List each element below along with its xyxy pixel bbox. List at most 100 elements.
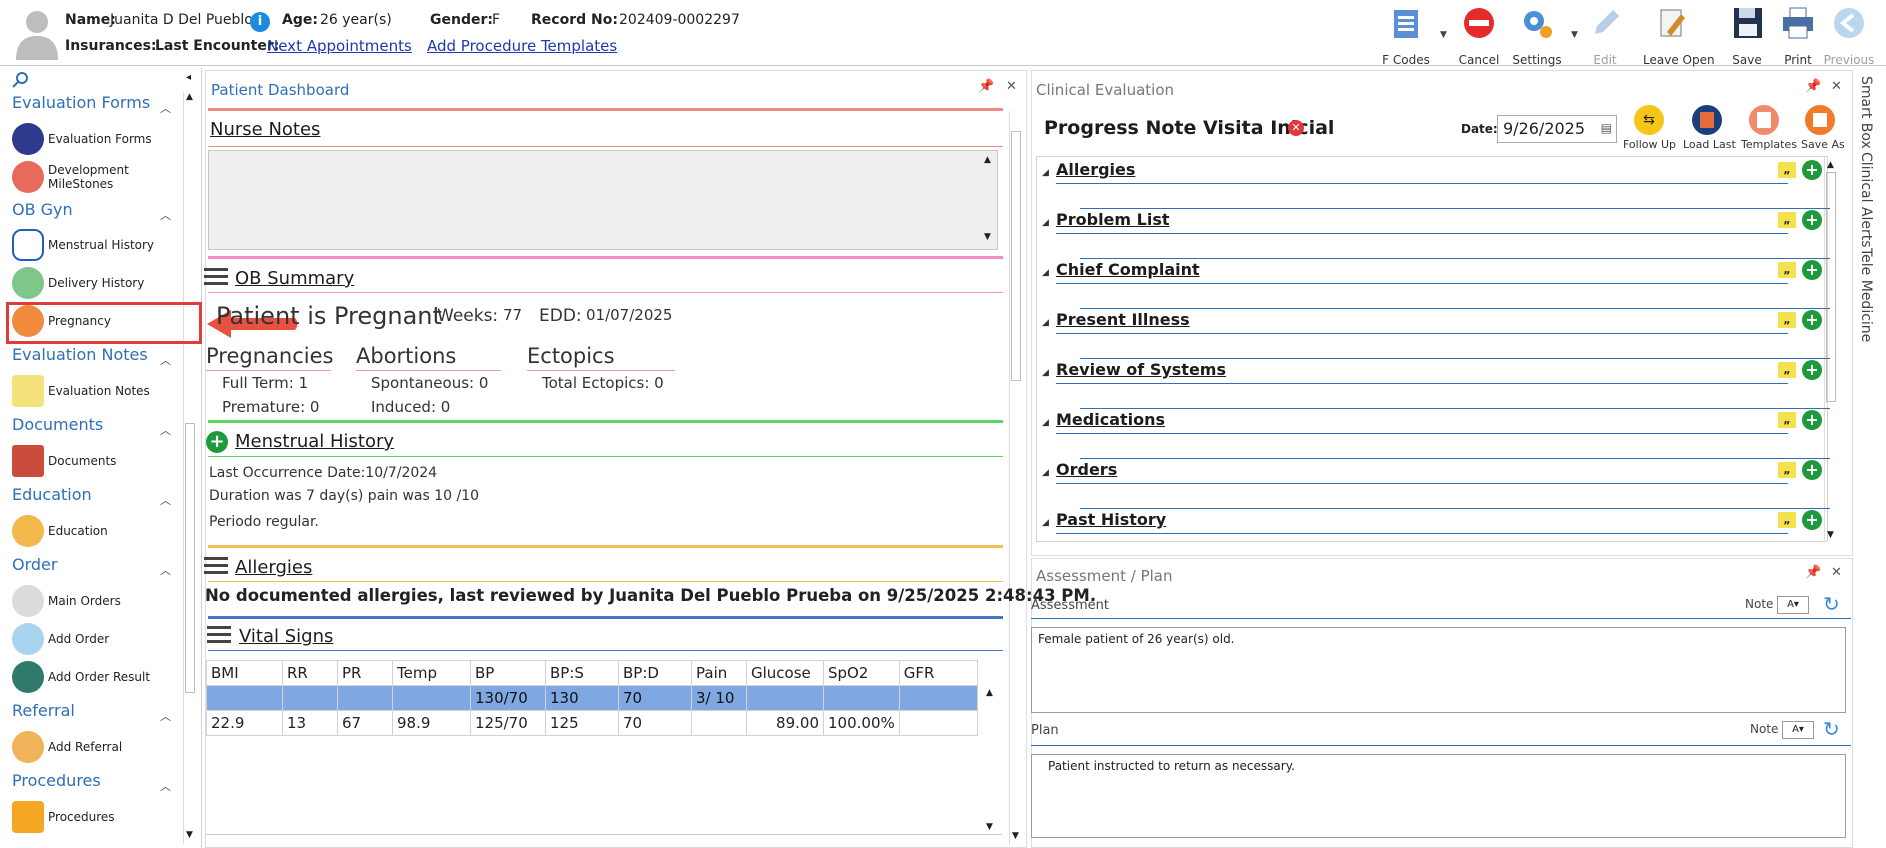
col-spo2[interactable]: SpO2: [823, 660, 900, 686]
sidebar-item-add-referral[interactable]: Add Referral: [12, 730, 192, 764]
col-bmi[interactable]: BMI: [206, 660, 283, 686]
group-procedures[interactable]: Procedures: [12, 771, 101, 790]
next-appointments-link[interactable]: Next Appointments: [267, 37, 412, 55]
close-icon[interactable]: ✕: [1006, 79, 1017, 94]
chevron-up-icon[interactable]: ︿: [160, 778, 171, 794]
sidebar-item-main-orders[interactable]: Main Orders: [12, 584, 192, 618]
add-icon[interactable]: +: [1802, 160, 1822, 180]
vitals-scroll-up-icon[interactable]: ▲: [986, 688, 993, 698]
menu-icon[interactable]: [204, 557, 228, 575]
quote-icon[interactable]: „: [1778, 462, 1796, 478]
chevron-up-icon[interactable]: ︿: [160, 422, 171, 438]
group-ob-gyn[interactable]: OB Gyn: [12, 200, 73, 219]
calendar-icon[interactable]: ▤: [1601, 121, 1612, 135]
add-icon[interactable]: +: [1802, 460, 1822, 480]
section-review-of-systems[interactable]: ◢ Review of Systems „ +: [1040, 360, 1830, 410]
menu-icon[interactable]: [207, 626, 231, 644]
sidebar-item-procedures[interactable]: Procedures: [12, 800, 192, 834]
chevron-up-icon[interactable]: ︿: [160, 708, 171, 724]
menu-icon[interactable]: [204, 268, 228, 286]
chevron-up-icon[interactable]: ︿: [160, 562, 171, 578]
group-referral[interactable]: Referral: [12, 701, 75, 720]
group-documents[interactable]: Documents: [12, 415, 103, 434]
expand-icon[interactable]: ◢: [1042, 368, 1049, 378]
remove-note-icon[interactable]: ✕: [1288, 120, 1304, 136]
leave-open-button[interactable]: Leave Open: [1643, 6, 1715, 67]
fcodes-dropdown-icon[interactable]: ▼: [1440, 30, 1447, 40]
add-icon[interactable]: +: [1802, 360, 1822, 380]
sidebar-item-evaluation-notes[interactable]: Evaluation Notes: [12, 374, 192, 408]
templates-button[interactable]: [1749, 105, 1779, 135]
section-orders[interactable]: ◢ Orders „ +: [1040, 460, 1830, 510]
section-present-illness[interactable]: ◢ Present Illness „ +: [1040, 310, 1830, 360]
col-gfr[interactable]: GFR: [898, 660, 978, 686]
expand-icon[interactable]: ◢: [1042, 318, 1049, 328]
quote-icon[interactable]: „: [1778, 362, 1796, 378]
section-past-history[interactable]: ◢ Past History „ +: [1040, 510, 1830, 538]
cancel-button[interactable]: Cancel: [1451, 6, 1507, 67]
assessment-textarea[interactable]: Female patient of 26 year(s) old.: [1031, 627, 1846, 713]
plan-format-dropdown[interactable]: A▾: [1782, 721, 1814, 739]
tab-smart-box[interactable]: Smart Box: [1858, 76, 1874, 149]
sidebar-item-evaluation-forms[interactable]: Evaluation Forms: [12, 122, 192, 156]
expand-icon[interactable]: ◢: [1042, 168, 1049, 178]
quote-icon[interactable]: „: [1778, 512, 1796, 528]
sidebar-item-menstrual-history[interactable]: Menstrual History: [12, 228, 192, 262]
load-last-button[interactable]: [1692, 105, 1722, 135]
chevron-up-icon[interactable]: ︿: [160, 100, 171, 116]
quote-icon[interactable]: „: [1778, 162, 1796, 178]
refresh-icon[interactable]: ↻: [1823, 717, 1840, 741]
save-button[interactable]: Save: [1719, 6, 1775, 67]
tab-tele-medicine[interactable]: Tele Medicine: [1858, 248, 1874, 342]
close-icon[interactable]: ✕: [1831, 79, 1842, 94]
table-row[interactable]: 130/70 130 70 3/ 10: [206, 685, 978, 711]
section-chief-complaint[interactable]: ◢ Chief Complaint „ +: [1040, 260, 1830, 310]
sidebar-item-delivery-history[interactable]: Delivery History: [12, 266, 192, 300]
col-pr[interactable]: PR: [337, 660, 393, 686]
chevron-up-icon[interactable]: ︿: [160, 492, 171, 508]
refresh-icon[interactable]: ↻: [1823, 592, 1840, 616]
sidebar-item-add-order[interactable]: Add Order: [12, 622, 192, 656]
save-as-button[interactable]: [1805, 105, 1835, 135]
expand-icon[interactable]: ◢: [1042, 418, 1049, 428]
info-icon[interactable]: i: [250, 12, 270, 32]
fcodes-button[interactable]: F Codes: [1378, 6, 1434, 67]
vitals-scroll-down-icon[interactable]: ▼: [986, 822, 993, 832]
notes-scroll-down-icon[interactable]: ▼: [984, 232, 991, 242]
add-icon[interactable]: +: [1802, 260, 1822, 280]
settings-button[interactable]: Settings: [1509, 6, 1565, 67]
col-bpd[interactable]: BP:D: [618, 660, 692, 686]
quote-icon[interactable]: „: [1778, 262, 1796, 278]
expand-icon[interactable]: ◢: [1042, 268, 1049, 278]
print-button[interactable]: Print: [1770, 6, 1826, 67]
notes-scroll-up-icon[interactable]: ▲: [984, 155, 991, 165]
collapse-sidebar-icon[interactable]: ◂: [186, 72, 191, 83]
col-bp[interactable]: BP: [470, 660, 546, 686]
tab-clinical-alerts[interactable]: Clinical Alerts: [1858, 152, 1874, 248]
search-icon[interactable]: [12, 71, 30, 89]
date-input[interactable]: 9/26/2025 ▤: [1497, 115, 1617, 143]
col-pain[interactable]: Pain: [691, 660, 747, 686]
add-procedure-templates-link[interactable]: Add Procedure Templates: [427, 37, 617, 55]
add-icon[interactable]: +: [1802, 510, 1822, 530]
group-order[interactable]: Order: [12, 555, 57, 574]
follow-up-button[interactable]: ⇆: [1634, 105, 1664, 135]
expand-icon[interactable]: ◢: [1042, 218, 1049, 228]
close-icon[interactable]: ✕: [1831, 565, 1842, 580]
pin-icon[interactable]: 📌: [1805, 565, 1821, 580]
plan-textarea[interactable]: Patient instructed to return as necessar…: [1031, 754, 1846, 838]
previous-button[interactable]: Previous: [1821, 6, 1877, 67]
note-format-dropdown[interactable]: A▾: [1777, 596, 1809, 614]
quote-icon[interactable]: „: [1778, 212, 1796, 228]
group-evaluation-notes[interactable]: Evaluation Notes: [12, 345, 148, 364]
table-row[interactable]: 22.9 13 67 98.9 125/70 125 70 89.00 100.…: [206, 710, 978, 736]
col-bps[interactable]: BP:S: [545, 660, 619, 686]
chevron-up-icon[interactable]: ︿: [160, 207, 171, 223]
group-evaluation-forms[interactable]: Evaluation Forms: [12, 93, 150, 112]
col-temp[interactable]: Temp: [392, 660, 471, 686]
sidebar-item-add-order-result[interactable]: Add Order Result: [12, 660, 192, 694]
sidebar-item-documents[interactable]: Documents: [12, 444, 192, 478]
section-problem-list[interactable]: ◢ Problem List „ +: [1040, 210, 1830, 260]
quote-icon[interactable]: „: [1778, 412, 1796, 428]
add-icon[interactable]: +: [1802, 310, 1822, 330]
